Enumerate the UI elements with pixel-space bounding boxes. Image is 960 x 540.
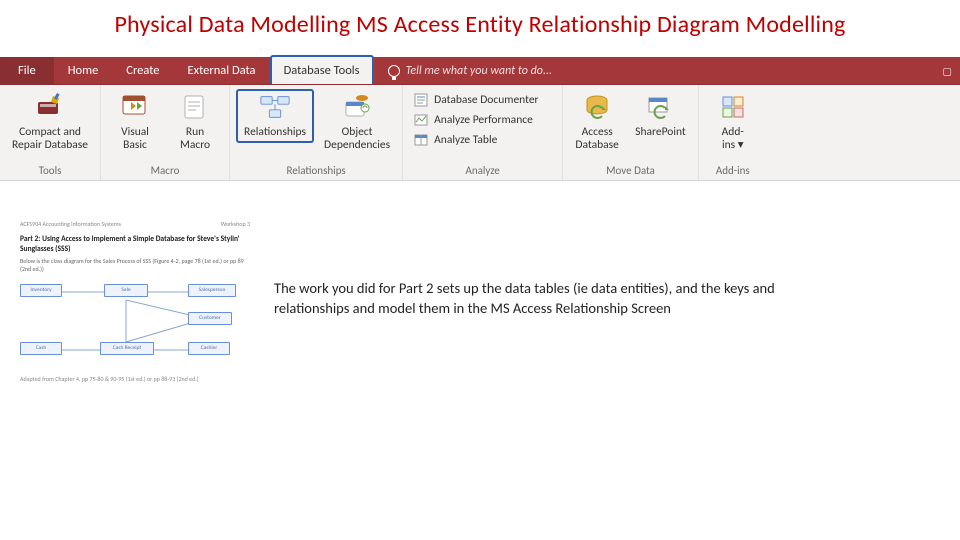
visual-basic-button[interactable]: Visual Basic (107, 89, 163, 152)
tab-home[interactable]: Home (54, 57, 113, 84)
slide-title: Physical Data Modelling MS Access Entity… (0, 0, 960, 57)
lightbulb-icon (388, 65, 400, 77)
group-move-data: Access Database SharePoint Move Data (563, 85, 699, 180)
database-documenter-button[interactable]: Database Documenter (409, 91, 542, 109)
addins-button[interactable]: Add- ins ▾ (705, 89, 761, 152)
tab-create[interactable]: Create (112, 57, 173, 84)
object-dependencies-label: Object Dependencies (324, 126, 390, 152)
analyze-performance-button[interactable]: Analyze Performance (409, 111, 542, 129)
entity-cashier: Cashier (188, 342, 230, 355)
entity-salesperson: Salesperson (188, 284, 236, 297)
group-addins-label: Add-ins (705, 162, 761, 180)
thumb-footer: Adapted from Chapter 4, pp 75-80 & 90-95… (20, 376, 250, 384)
visual-basic-icon (119, 91, 151, 123)
body-paragraph: The work you did for Part 2 sets up the … (274, 221, 834, 384)
tell-me-search[interactable]: Tell me what you want to do... (374, 57, 552, 84)
lower-content: ACFS904 Accounting Information Systems W… (0, 181, 960, 384)
sharepoint-icon (644, 91, 676, 123)
group-tools: Compact and Repair Database Tools (0, 85, 101, 180)
tell-me-placeholder: Tell me what you want to do... (406, 64, 552, 78)
relationships-button[interactable]: Relationships (236, 89, 314, 143)
thumb-subtitle: Below is the class diagram for the Sales… (20, 258, 250, 274)
tab-external-data[interactable]: External Data (174, 57, 270, 84)
database-documenter-label: Database Documenter (434, 93, 538, 107)
analyze-performance-label: Analyze Performance (434, 113, 533, 127)
thumb-workshop: Workshop 3 (221, 221, 250, 229)
tab-database-tools[interactable]: Database Tools (270, 55, 374, 84)
entity-cash-receipt: Cash Receipt (100, 342, 154, 355)
analyze-performance-icon (413, 112, 429, 128)
group-move-data-label: Move Data (569, 162, 692, 180)
thumb-title: Part 2: Using Access to Implement a Simp… (20, 235, 250, 255)
entity-inventory: Inventory (20, 284, 62, 297)
group-macro-label: Macro (107, 162, 223, 180)
group-relationships-label: Relationships (236, 162, 396, 180)
ribbon-body: Compact and Repair Database Tools Visual… (0, 85, 960, 181)
access-database-button[interactable]: Access Database (569, 89, 625, 152)
visual-basic-label: Visual Basic (121, 126, 149, 152)
group-relationships: Relationships Object Dependencies Relati… (230, 85, 403, 180)
entity-customer: Customer (188, 312, 232, 325)
tab-file[interactable]: File (0, 57, 54, 84)
run-macro-label: Run Macro (180, 126, 210, 152)
ribbon-tab-strip: File Home Create External Data Database … (0, 57, 960, 85)
ribbon-collapse-icon[interactable]: ▢ (943, 64, 952, 77)
erd-diagram: Inventory Sale Salesperson Customer Cash… (20, 280, 240, 370)
compact-repair-label: Compact and Repair Database (12, 126, 88, 152)
object-dependencies-icon (341, 91, 373, 123)
relationships-icon (259, 91, 291, 123)
analyze-table-icon (413, 132, 429, 148)
group-analyze-label: Analyze (409, 162, 556, 180)
group-macro: Visual Basic Run Macro Macro (101, 85, 230, 180)
document-thumbnail: ACFS904 Accounting Information Systems W… (20, 221, 250, 384)
thumb-course: ACFS904 Accounting Information Systems (20, 221, 121, 229)
entity-cash: Cash (20, 342, 62, 355)
group-addins: Add- ins ▾ Add-ins (699, 85, 767, 180)
analyze-table-button[interactable]: Analyze Table (409, 131, 542, 149)
group-analyze: Database Documenter Analyze Performance … (403, 85, 563, 180)
addins-label: Add- ins ▾ (722, 126, 744, 152)
analyze-table-label: Analyze Table (434, 133, 497, 147)
run-macro-button[interactable]: Run Macro (167, 89, 223, 152)
addins-icon (717, 91, 749, 123)
relationships-label: Relationships (244, 126, 306, 139)
compact-repair-button[interactable]: Compact and Repair Database (6, 89, 94, 152)
access-database-label: Access Database (575, 126, 618, 152)
sharepoint-label: SharePoint (635, 126, 686, 139)
entity-sale: Sale (104, 284, 148, 297)
sharepoint-button[interactable]: SharePoint (629, 89, 692, 139)
object-dependencies-button[interactable]: Object Dependencies (318, 89, 396, 152)
database-documenter-icon (413, 92, 429, 108)
access-database-icon (581, 91, 613, 123)
compact-repair-icon (34, 91, 66, 123)
group-tools-label: Tools (6, 162, 94, 180)
run-macro-icon (179, 91, 211, 123)
